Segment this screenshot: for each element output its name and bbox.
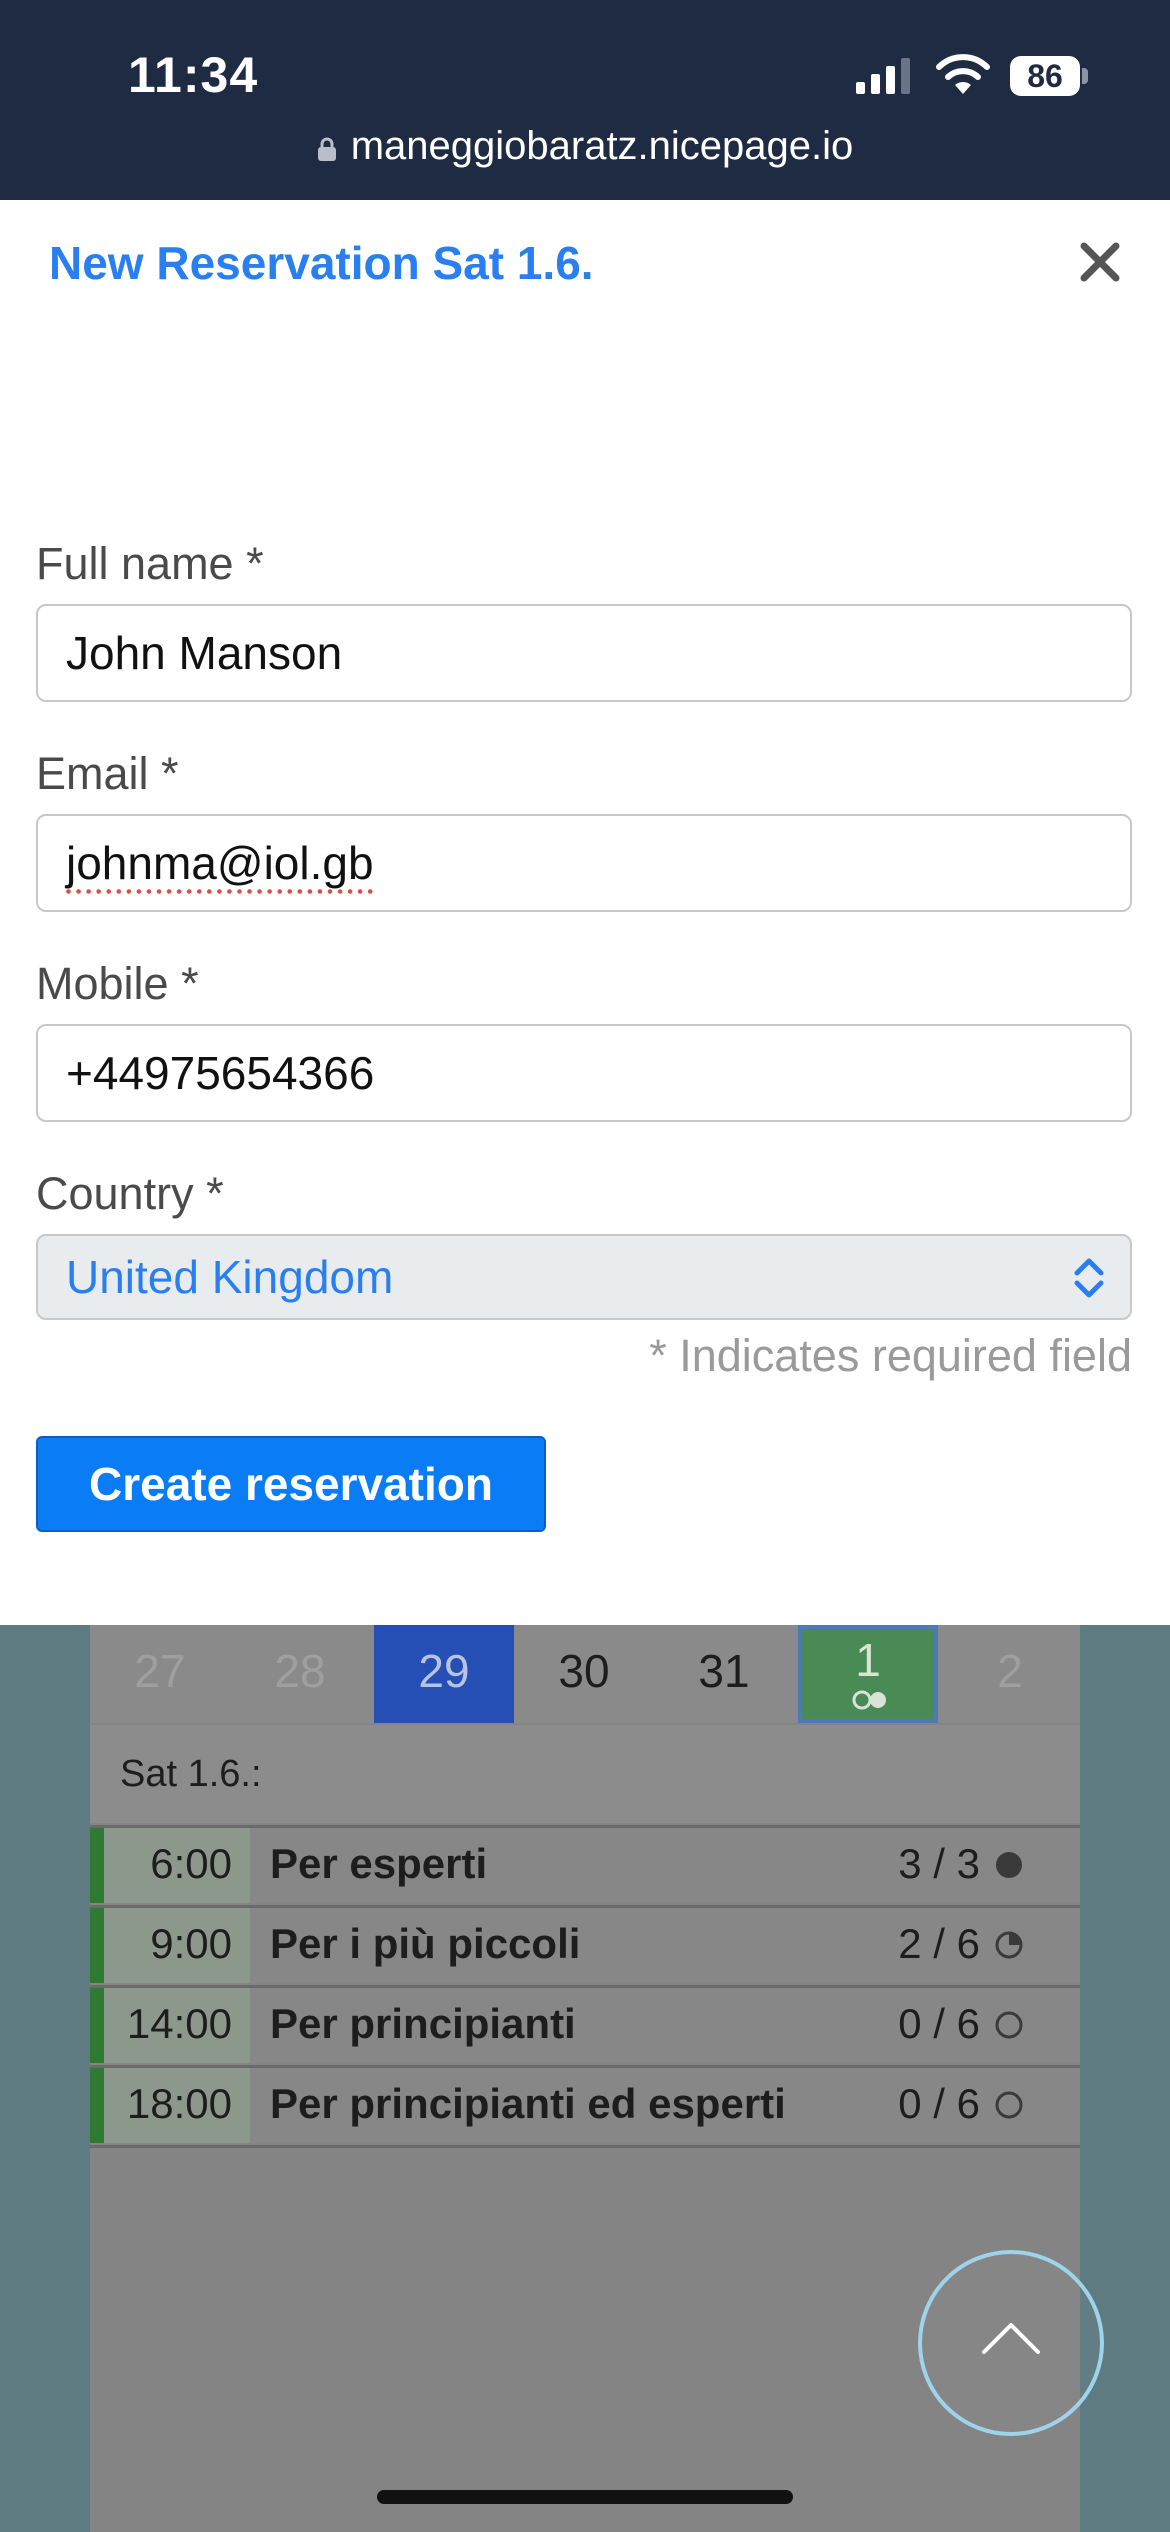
- close-icon[interactable]: [1080, 242, 1120, 282]
- chevron-updown-icon: [1074, 1258, 1104, 1298]
- day-28[interactable]: 28: [230, 1625, 370, 1723]
- day-27[interactable]: 27: [90, 1625, 230, 1723]
- status-time: 11:34: [128, 47, 259, 103]
- required-note: * Indicates required field: [649, 1330, 1132, 1381]
- divider: [90, 2145, 1080, 2148]
- day-29[interactable]: 29: [374, 1625, 514, 1723]
- mobile-field[interactable]: +44975654366: [36, 1024, 1132, 1122]
- country-value: United Kingdom: [66, 1251, 394, 1303]
- day-31[interactable]: 31: [654, 1625, 794, 1723]
- date-header: Sat 1.6.:: [90, 1725, 1080, 1823]
- country-label: Country *: [36, 1168, 224, 1219]
- modal-title: New Reservation Sat 1.6.: [49, 237, 594, 289]
- slot-count: 0 / 6: [898, 2000, 980, 2047]
- create-reservation-button[interactable]: Create reservation: [36, 1436, 546, 1532]
- country-select[interactable]: United Kingdom: [36, 1234, 1132, 1320]
- empty-circle-icon: [995, 2011, 1023, 2039]
- day-1[interactable]: 1: [798, 1625, 938, 1723]
- slot-name: Per principianti ed esperti: [270, 2080, 786, 2127]
- battery-level: 86: [1010, 56, 1080, 96]
- partial-circle-icon: [995, 1931, 1023, 1959]
- day-strip: 27 28 29 30 31 1 2: [90, 1625, 1080, 1723]
- slot-name: Per principianti: [270, 2000, 576, 2047]
- address-bar[interactable]: maneggiobaratz.nicepage.io: [0, 124, 1170, 169]
- cellular-signal-icon: [856, 58, 910, 94]
- chevron-up-icon: [982, 2323, 1040, 2354]
- slot-count: 3 / 3: [898, 1840, 980, 1887]
- slot-row[interactable]: 18:00 Per principianti ed esperti 0 / 6: [90, 2065, 1080, 2143]
- slot-row[interactable]: 14:00 Per principianti 0 / 6: [90, 1985, 1080, 2063]
- reservation-modal: New Reservation Sat 1.6. Full name * Joh…: [0, 200, 1170, 1625]
- slot-time: 9:00: [104, 1908, 250, 1983]
- day-2[interactable]: 2: [940, 1625, 1080, 1723]
- slot-time: 14:00: [104, 1988, 250, 2063]
- email-field[interactable]: johnma@iol.gb: [36, 814, 1132, 912]
- slot-count: 2 / 6: [898, 1920, 980, 1967]
- email-value: johnma@iol.gb: [66, 837, 374, 889]
- mobile-label: Mobile *: [36, 958, 199, 1009]
- full-name-label: Full name *: [36, 538, 264, 589]
- wifi-icon: [936, 54, 990, 94]
- full-circle-icon: [996, 1852, 1022, 1878]
- empty-circle-icon: [995, 2091, 1023, 2119]
- scroll-to-top-button[interactable]: [918, 2250, 1104, 2436]
- battery-icon: 86: [1010, 56, 1090, 96]
- day-1-label: 1: [855, 1634, 881, 1686]
- email-label: Email *: [36, 748, 179, 799]
- slot-time: 18:00: [104, 2068, 250, 2143]
- availability-icon: [852, 1690, 886, 1710]
- slot-name: Per esperti: [270, 1840, 488, 1887]
- home-indicator: [377, 2490, 793, 2504]
- calendar-panel: 27 28 29 30 31 1 2 Sat 1.6.: 6:00 Per es…: [90, 1625, 1080, 2532]
- url-text: maneggiobaratz.nicepage.io: [350, 124, 854, 168]
- slot-count: 0 / 6: [898, 2080, 980, 2127]
- slot-time: 6:00: [104, 1828, 250, 1903]
- full-name-field[interactable]: John Manson: [36, 604, 1132, 702]
- day-30[interactable]: 30: [514, 1625, 654, 1723]
- slot-row[interactable]: 6:00 Per esperti 3 / 3: [90, 1825, 1080, 1903]
- slot-name: Per i più piccoli: [270, 1920, 581, 1967]
- browser-chrome: 11:34 86 maneggiobaratz.nicepage.io: [0, 0, 1170, 200]
- lock-icon: [317, 137, 336, 161]
- slot-row[interactable]: 9:00 Per i più piccoli 2 / 6: [90, 1905, 1080, 1983]
